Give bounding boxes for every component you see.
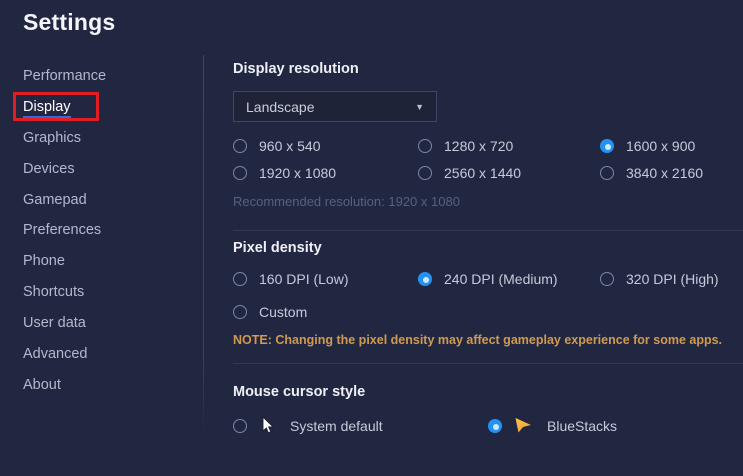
radio-label: 2560 x 1440 bbox=[444, 164, 522, 181]
section-divider bbox=[233, 363, 743, 364]
radio-circle bbox=[233, 304, 247, 319]
radio-label: System default bbox=[290, 417, 383, 434]
settings-sidebar: Performance Display Graphics Devices Gam… bbox=[13, 67, 183, 407]
radio-circle bbox=[418, 138, 432, 153]
recommended-resolution-text: Recommended resolution: 1920 x 1080 bbox=[233, 194, 460, 209]
radio-label: 960 x 540 bbox=[259, 137, 321, 154]
radio-circle bbox=[600, 271, 614, 286]
radio-2560x1440[interactable]: 2560 x 1440 bbox=[418, 165, 600, 181]
resolution-options: 960 x 540 1280 x 720 1600 x 900 1920 x 1… bbox=[233, 132, 703, 186]
radio-custom-dpi[interactable]: Custom bbox=[233, 304, 418, 320]
radio-160-dpi[interactable]: 160 DPI (Low) bbox=[233, 271, 418, 287]
radio-circle bbox=[233, 418, 247, 433]
orientation-dropdown-value: Landscape bbox=[246, 98, 315, 115]
radio-label: 320 DPI (High) bbox=[626, 270, 719, 287]
chevron-down-icon: ▼ bbox=[415, 101, 424, 112]
radio-240-dpi[interactable]: 240 DPI (Medium) bbox=[418, 271, 600, 287]
sidebar-item-label: Gamepad bbox=[23, 191, 87, 208]
sidebar-item-label: Display bbox=[23, 98, 71, 118]
radio-label: BlueStacks bbox=[547, 417, 618, 434]
sidebar-item-display[interactable]: Display bbox=[13, 91, 183, 121]
pixel-density-heading: Pixel density bbox=[233, 240, 322, 256]
section-divider bbox=[233, 230, 743, 231]
radio-1600x900[interactable]: 1600 x 900 bbox=[600, 138, 703, 154]
radio-label: 1920 x 1080 bbox=[259, 164, 337, 181]
pixel-density-options: 160 DPI (Low) 240 DPI (Medium) 320 DPI (… bbox=[233, 265, 719, 292]
sidebar-divider bbox=[203, 55, 204, 435]
sidebar-item-label: About bbox=[23, 376, 61, 393]
sidebar-item-phone[interactable]: Phone bbox=[23, 252, 183, 270]
radio-label: Custom bbox=[259, 303, 308, 320]
radio-320-dpi[interactable]: 320 DPI (High) bbox=[600, 271, 719, 287]
system-cursor-icon bbox=[259, 416, 276, 435]
mouse-cursor-options: System default BlueStacks bbox=[233, 412, 617, 439]
radio-label: 3840 x 2160 bbox=[626, 164, 704, 181]
sidebar-item-user-data[interactable]: User data bbox=[23, 314, 183, 332]
sidebar-item-performance[interactable]: Performance bbox=[23, 67, 183, 85]
radio-3840x2160[interactable]: 3840 x 2160 bbox=[600, 165, 703, 181]
sidebar-item-label: Graphics bbox=[23, 129, 82, 146]
sidebar-item-label: Performance bbox=[23, 68, 107, 84]
radio-label: 1600 x 900 bbox=[626, 137, 696, 154]
radio-circle-selected bbox=[418, 271, 432, 286]
pixel-density-custom-row: Custom bbox=[233, 298, 600, 325]
radio-1920x1080[interactable]: 1920 x 1080 bbox=[233, 165, 418, 181]
sidebar-item-label: Preferences bbox=[23, 222, 102, 239]
radio-circle-selected bbox=[488, 418, 502, 433]
sidebar-item-gamepad[interactable]: Gamepad bbox=[23, 191, 183, 209]
radio-system-default-cursor[interactable]: System default bbox=[233, 416, 488, 435]
sidebar-item-preferences[interactable]: Preferences bbox=[23, 221, 183, 239]
radio-circle bbox=[600, 165, 614, 180]
sidebar-item-graphics[interactable]: Graphics bbox=[23, 129, 183, 147]
radio-bluestacks-cursor[interactable]: BlueStacks bbox=[488, 417, 617, 434]
radio-label: 160 DPI (Low) bbox=[259, 270, 349, 287]
sidebar-item-label: User data bbox=[23, 315, 86, 332]
pixel-density-note: NOTE: Changing the pixel density may aff… bbox=[233, 333, 723, 347]
sidebar-item-label: Phone bbox=[23, 253, 65, 270]
radio-960x540[interactable]: 960 x 540 bbox=[233, 138, 418, 154]
radio-circle bbox=[233, 138, 247, 153]
radio-circle bbox=[418, 165, 432, 180]
orientation-dropdown[interactable]: Landscape ▼ bbox=[233, 91, 437, 122]
sidebar-item-label: Advanced bbox=[23, 346, 88, 363]
radio-circle-selected bbox=[600, 138, 614, 153]
sidebar-item-about[interactable]: About bbox=[23, 376, 183, 394]
sidebar-item-shortcuts[interactable]: Shortcuts bbox=[23, 283, 183, 301]
radio-circle bbox=[233, 271, 247, 286]
sidebar-item-label: Shortcuts bbox=[23, 284, 85, 301]
bluestacks-cursor-icon bbox=[514, 417, 533, 434]
radio-1280x720[interactable]: 1280 x 720 bbox=[418, 138, 600, 154]
radio-circle bbox=[233, 165, 247, 180]
radio-label: 1280 x 720 bbox=[444, 137, 514, 154]
sidebar-item-devices[interactable]: Devices bbox=[23, 160, 183, 178]
sidebar-item-advanced[interactable]: Advanced bbox=[23, 345, 183, 363]
page-title: Settings bbox=[23, 9, 116, 35]
sidebar-item-label: Devices bbox=[23, 160, 75, 177]
mouse-cursor-heading: Mouse cursor style bbox=[233, 384, 366, 400]
radio-label: 240 DPI (Medium) bbox=[444, 270, 558, 287]
display-resolution-heading: Display resolution bbox=[233, 61, 359, 77]
